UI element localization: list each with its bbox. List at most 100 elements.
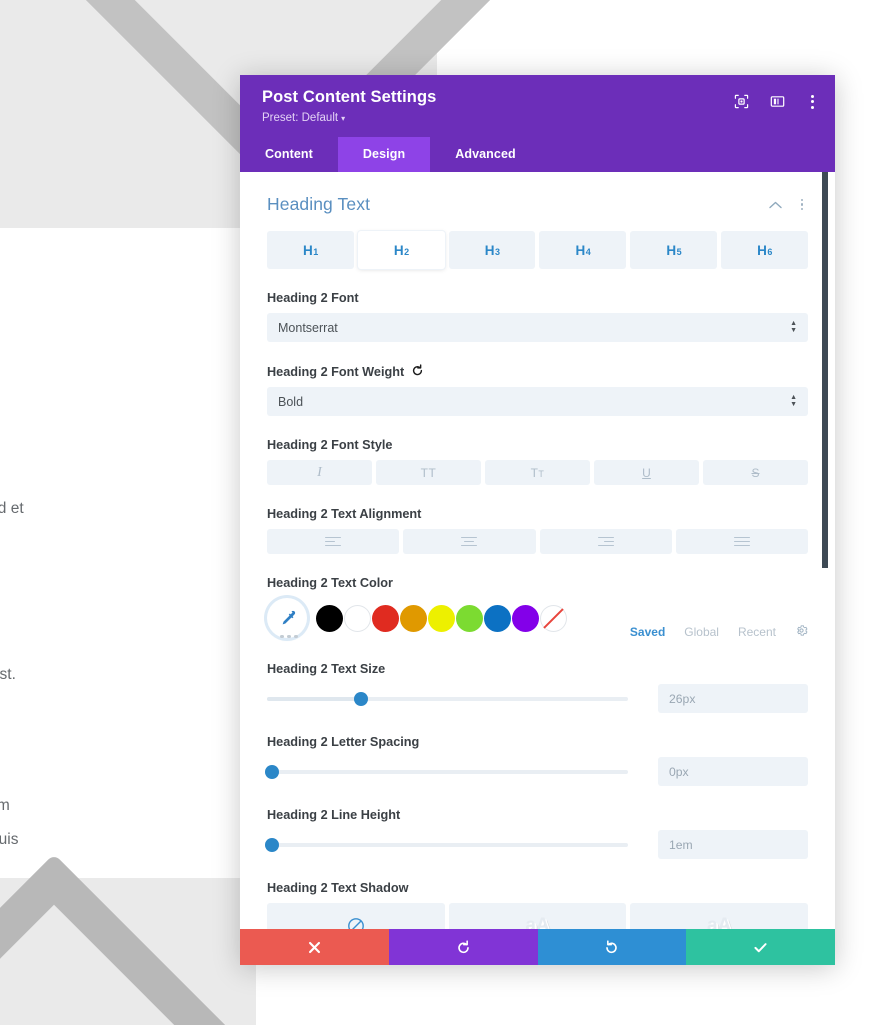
swatch-blue[interactable] [484,604,511,632]
letter-spacing-field-label: Heading 2 Letter Spacing [267,735,420,749]
section-title: Heading Text [267,194,371,214]
h6-num: 6 [767,247,773,257]
heading-tab-h2[interactable]: H2 [357,231,445,269]
font-style-field-label: Heading 2 Font Style [267,438,393,452]
preset-label: Preset: Default [262,112,339,124]
redo-button[interactable] [537,929,687,965]
font-style-buttons: I TT TT U S [267,460,808,485]
swatch-purple[interactable] [512,604,539,632]
cancel-button[interactable] [240,929,389,965]
h2-num: 2 [404,247,410,257]
reset-icon[interactable] [411,364,424,379]
strikethrough-icon[interactable]: S [703,460,808,485]
swatch-transparent[interactable] [540,604,567,632]
more-colors-icon[interactable] [280,634,298,639]
h4-letter: H [575,242,586,258]
bg-p1-line2: estas orci vel ornare venenatis. Sed et [0,500,24,517]
heading-tab-h6[interactable]: H6 [721,231,808,269]
line-height-knob[interactable] [265,837,280,852]
modal-action-bar [240,929,835,965]
section-header-heading-text: Heading Text [267,172,808,223]
heading-tab-h4[interactable]: H4 [539,231,627,269]
kebab-menu-icon[interactable] [805,93,819,110]
font-field-label: Heading 2 Font [267,291,359,305]
text-alignment-field-label: Heading 2 Text Alignment [267,507,422,521]
text-size-fill [267,696,361,701]
swatch-orange[interactable] [400,604,427,632]
swatch-yellow[interactable] [428,604,455,632]
h3-num: 3 [494,247,500,257]
align-center-icon[interactable] [403,529,536,554]
save-button[interactable] [686,929,835,965]
h4-num: 4 [585,247,591,257]
text-size-slider-row: 26px [267,684,808,713]
section-controls [769,198,808,211]
modal-body: Heading Text H1 H2 H3 H4 H5 H6 Heading 2… [240,172,835,965]
modal-header: Post Content Settings Preset: Default ▾ [240,75,835,137]
tab-content[interactable]: Content [240,137,338,172]
align-right-icon[interactable] [539,529,672,554]
post-content-settings-modal: Post Content Settings Preset: Default▾ [240,75,835,965]
letter-spacing-slider-row: 0px [265,757,808,786]
palette-tab-global[interactable]: Global [684,625,719,639]
text-color-field-label: Heading 2 Text Color [267,576,393,590]
bg-p3-line2: is leo. Integer nec suscipit lacus. Duis [0,831,19,848]
text-alignment-buttons [267,529,808,554]
h6-letter: H [757,242,767,258]
font-select[interactable]: Montserrat ▲ ▼ [267,313,808,342]
palette-tabs: Saved Global Recent [630,624,808,640]
line-height-track [265,837,628,852]
select-stepper-icon: ▲ ▼ [790,320,797,334]
h1-letter: H [303,242,313,258]
swatch-black[interactable] [316,604,343,632]
modal-tabs: Content Design Advanced [240,137,835,172]
letter-spacing-value-input[interactable]: 0px [658,757,808,786]
modal-scrollbar-thumb[interactable] [822,172,828,568]
letter-spacing-knob[interactable] [265,764,280,779]
text-size-value-input[interactable]: 26px [658,684,808,713]
bg-p2-line2: net. In hac habitasse platea dictumst. [0,666,16,683]
modal-header-actions [733,93,819,110]
chevron-down-icon: ▾ [341,114,346,123]
h1-num: 1 [313,247,319,257]
palette-tab-recent[interactable]: Recent [738,625,776,639]
background-paragraph-2: estibulum ornare vulputate. Maurisnet. I… [0,624,240,726]
align-justify-icon[interactable] [675,529,808,554]
text-size-slider[interactable] [267,690,628,708]
eyedropper-icon[interactable] [267,598,307,638]
heading-tab-h1[interactable]: H1 [267,231,354,269]
focus-target-icon[interactable] [733,93,750,110]
background-paragraph-1: met, consectetur adipiscing elit. Utesta… [0,458,240,560]
font-weight-field-label: Heading 2 Font Weight [267,364,808,379]
heading-tab-h5[interactable]: H5 [630,231,718,269]
swatch-green[interactable] [456,604,483,632]
swatch-red[interactable] [372,604,399,632]
line-height-value-input[interactable]: 1em [658,830,808,859]
section-kebab-menu-icon[interactable] [796,198,808,211]
text-size-knob[interactable] [353,691,368,706]
preset-selector[interactable]: Preset: Default ▾ [262,112,817,124]
select-stepper-icon: ▲ ▼ [790,394,797,408]
screen: met, consectetur adipiscing elit. Utesta… [0,0,880,1025]
underline-icon[interactable]: U [594,460,699,485]
tab-design[interactable]: Design [337,137,431,172]
uppercase-icon[interactable]: TT [376,460,481,485]
italic-icon[interactable]: I [267,460,372,485]
letter-spacing-slider[interactable] [265,763,628,781]
swatch-white[interactable] [344,604,371,632]
layout-panel-icon[interactable] [769,93,786,110]
font-weight-select[interactable]: Bold ▲ ▼ [267,387,808,416]
h5-letter: H [666,242,677,258]
font-select-value: Montserrat [278,320,338,335]
palette-tab-saved[interactable]: Saved [630,625,665,639]
undo-button[interactable] [388,929,538,965]
smallcaps-icon[interactable]: TT [485,460,590,485]
heading-tab-h3[interactable]: H3 [448,231,536,269]
chevron-up-icon[interactable] [769,198,782,211]
tab-advanced[interactable]: Advanced [430,137,541,172]
align-left-icon[interactable] [267,529,400,554]
letter-spacing-track [265,764,628,779]
line-height-slider-row: 1em [265,830,808,859]
gear-icon[interactable] [795,624,808,640]
line-height-slider[interactable] [265,836,628,854]
